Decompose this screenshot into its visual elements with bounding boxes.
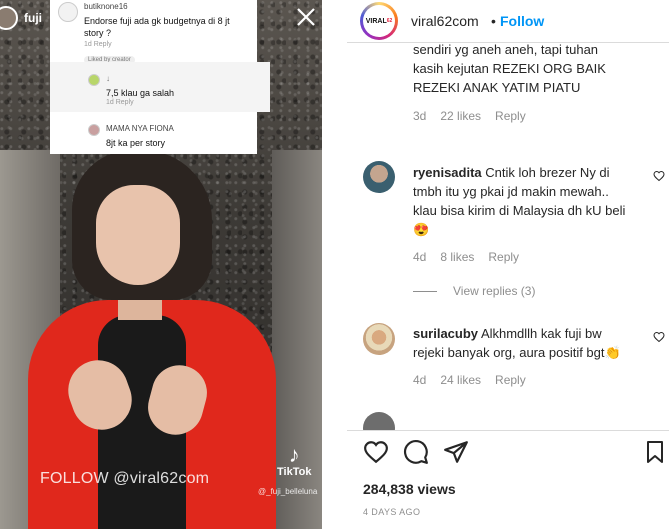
comment-1-line2: klau bisa kirim di Malaysia dh kU beli	[413, 203, 626, 218]
close-icon[interactable]	[294, 6, 318, 30]
action-bar: 284,838 views 4 DAYS AGO	[347, 430, 669, 529]
view-replies[interactable]: View replies (3)	[413, 284, 535, 298]
tiktok-watermark: ♪ TikTok	[277, 442, 312, 479]
overlay-comment-text2: story ?	[84, 28, 112, 38]
comment-0-age: 3d	[413, 109, 427, 123]
overlay-comment-user: butiknone16	[84, 2, 128, 11]
header-avatar[interactable]: VIRAL 62	[360, 2, 398, 40]
heart-eyes-emoji: 😍	[413, 222, 430, 237]
overlay-reply2-user: MAMA NYA FIONA	[106, 124, 174, 133]
header-avatar-logo: VIRAL 62	[363, 5, 395, 37]
tiktok-icon: ♪	[288, 442, 300, 467]
comment-1-meta: 4d 8 likes Reply	[413, 250, 645, 264]
comment-1-text0: Cntik loh brezer Ny di	[485, 165, 610, 180]
post-age[interactable]: 4 DAYS AGO	[363, 507, 420, 517]
header-username[interactable]: viral62com	[411, 13, 479, 29]
views-count[interactable]: 284,838 views	[363, 481, 456, 497]
comment-2: surilacuby Alkhmdllh kak fuji bw rejeki …	[413, 324, 645, 387]
comment-2-line0: surilacuby Alkhmdllh kak fuji bw	[413, 324, 645, 343]
bookmark-icon[interactable]	[643, 439, 669, 465]
comment-1-likes[interactable]: 8 likes	[440, 250, 474, 264]
overlay-reply1-text: 7,5 klau ga salah	[106, 88, 175, 98]
overlay-comment-card: butiknone16 Endorse fuji ada gk budgetny…	[50, 0, 270, 154]
comment-1-avatar[interactable]	[363, 161, 395, 193]
story-username[interactable]: fuji	[24, 11, 42, 25]
avatar-label: VIRAL	[365, 17, 387, 25]
comment-2-likes[interactable]: 24 likes	[440, 373, 481, 387]
comment-list[interactable]: sendiri yg aneh aneh, tapi tuhan kasih k…	[347, 44, 669, 430]
comment-2-like-heart-icon[interactable]	[653, 331, 665, 346]
comment-2-reply[interactable]: Reply	[495, 373, 526, 387]
follow-button[interactable]: Follow	[500, 13, 544, 29]
view-replies-line	[413, 290, 437, 292]
comment-1-reply[interactable]: Reply	[488, 250, 519, 264]
overlay-comment-meta: 1d Reply	[84, 41, 112, 48]
overlay-reply1-meta: 1d Reply	[106, 99, 134, 106]
comment-2-user[interactable]: surilacuby	[413, 326, 478, 341]
overlay-comment-avatar	[58, 2, 78, 22]
reply1-avatar	[88, 74, 100, 86]
comments-panel: VIRAL 62 viral62com • Follow sendiri yg a…	[347, 0, 669, 529]
header-dot: •	[491, 13, 496, 29]
comment-0-line2: REZEKI ANAK YATIM PIATU	[413, 80, 581, 95]
comment-2-age: 4d	[413, 373, 427, 387]
comment-3-avatar[interactable]	[363, 412, 395, 430]
comment-2-text0: Alkhmdllh kak fuji bw	[480, 326, 602, 341]
overlay-reply-2: MAMA NYA FIONA 8jt ka per story	[88, 124, 174, 149]
avatar-sup: 62	[386, 18, 393, 24]
comment-1-line0: ryenisadita Cntik loh brezer Ny di	[413, 163, 645, 182]
tiktok-handle: @_fuji_belleluna	[258, 487, 318, 496]
reply-arrow-icon: ↓	[106, 74, 110, 83]
comment-1-like-heart-icon[interactable]	[653, 170, 665, 185]
comment-0-reply[interactable]: Reply	[495, 109, 526, 123]
reply2-avatar	[88, 124, 100, 136]
comment-0-line0: sendiri yg aneh aneh, tapi tuhan	[413, 44, 599, 57]
comment-0-likes[interactable]: 22 likes	[440, 109, 481, 123]
overlay-reply2-text: 8jt ka per story	[106, 138, 166, 148]
panel-gap	[322, 0, 347, 529]
overlay-comment: butiknone16 Endorse fuji ada gk budgetny…	[58, 2, 230, 66]
story-avatar[interactable]	[0, 6, 18, 30]
comment-1: ryenisadita Cntik loh brezer Ny di tmbh …	[413, 163, 645, 264]
comment-0-meta: 3d 22 likes Reply	[413, 109, 653, 123]
story-user[interactable]: fuji	[0, 6, 42, 30]
follow-watermark: FOLLOW @viral62com	[40, 470, 210, 487]
view-replies-label[interactable]: View replies (3)	[453, 284, 535, 298]
share-paper-plane-icon[interactable]	[443, 439, 469, 465]
comment-2-text1: rejeki banyak org, aura positif bgt	[413, 345, 605, 360]
story-video[interactable]: fuji butiknone16 Endorse fuji ada gk bud…	[0, 0, 322, 529]
overlay-reply-1: ↓ 7,5 klau ga salah 1d Reply	[88, 74, 174, 106]
face	[96, 185, 180, 285]
post-header: VIRAL 62 viral62com • Follow	[347, 0, 669, 43]
comment-2-avatar[interactable]	[363, 323, 395, 355]
comment-1-line1: tmbh itu yg pkai jd makin mewah..	[413, 184, 609, 199]
comment-0: sendiri yg aneh aneh, tapi tuhan kasih k…	[413, 44, 653, 123]
clap-emoji: 👏	[604, 345, 621, 360]
comment-bubble-icon[interactable]	[403, 439, 429, 465]
comment-2-line1: rejeki banyak org, aura positif bgt👏	[413, 343, 645, 362]
overlay-comment-text1: Endorse fuji ada gk budgetnya di 8 jt	[84, 16, 230, 26]
comment-1-age: 4d	[413, 250, 427, 264]
tiktok-label: TikTok	[277, 466, 312, 478]
comment-2-meta: 4d 24 likes Reply	[413, 373, 645, 387]
like-heart-icon[interactable]	[363, 439, 389, 465]
comment-0-line1: kasih kejutan REZEKI ORG BAIK	[413, 61, 606, 76]
comment-1-user[interactable]: ryenisadita	[413, 165, 482, 180]
